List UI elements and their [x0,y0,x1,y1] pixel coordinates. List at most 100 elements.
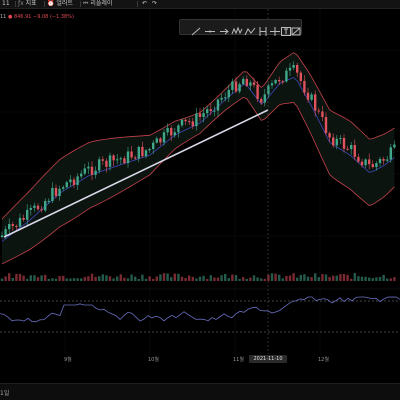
volume-bar [296,277,299,281]
volume-bar [173,273,176,281]
candle-body [18,217,22,227]
volume-bar [350,278,353,281]
volume-bar [126,278,130,281]
volume-bar [101,274,104,281]
volume-bar [393,277,396,281]
volume-bar [90,273,94,281]
candle-body [126,151,130,164]
volume-bar [299,274,302,281]
candle-body [353,145,356,157]
x-axis-label: 12월 [318,357,329,363]
volume-bar [224,273,227,281]
candle-body [227,89,230,98]
candle-body [54,187,58,196]
candle-body [62,187,65,189]
volume-bar [26,278,29,281]
candle-body [51,187,54,201]
projection-icon[interactable] [244,22,256,36]
volume-bar [285,275,288,281]
candle-body [296,64,299,73]
candle-body [332,137,335,146]
interval-button[interactable]: 11 [2,0,10,9]
alert-button[interactable]: ⏰ 얼러트 [47,0,73,9]
volume-bar [263,278,266,281]
volume-bar [62,275,65,281]
candle-body [238,84,241,92]
replay-button[interactable]: ⏮ 리플레이 [83,0,112,9]
volume-bar [58,276,61,281]
brush-icon[interactable] [290,22,302,36]
volume-bar [375,277,378,281]
candle-body [134,157,137,159]
volume-bar [22,275,25,281]
volume-bar [288,275,292,281]
volume-bar [170,277,173,281]
candle-body [288,67,292,71]
candle-body [159,138,162,143]
candle-body [162,132,166,143]
volume-bar [51,278,54,281]
candle-body [29,207,32,210]
volume-bar [105,275,108,281]
volume-bar [36,277,40,281]
volume-bar [339,274,342,281]
candle-body [40,209,43,211]
volume-bar [238,278,241,281]
timeframe-label[interactable]: 1일 [0,388,9,397]
volume-bar [76,278,79,281]
volume-bar [303,274,306,281]
volume-bar [209,275,212,281]
candle-body [299,72,302,81]
volume-bar [166,273,169,281]
volume-bar [274,273,277,281]
volume-bar [29,275,32,281]
candle-body [242,78,245,85]
volume-bar [83,277,86,281]
trend-line-drawing[interactable] [3,109,269,238]
volume-bar [198,276,202,281]
candle-body [72,179,76,185]
candle-body [274,80,277,84]
candle-body [209,109,212,112]
candle-body [170,128,173,136]
volume-bar [252,275,256,281]
volume-bar [69,278,72,281]
arrow-icon[interactable] [218,22,230,35]
volume-bar [180,276,184,281]
candle-body [224,97,227,99]
volume-histogram [0,273,396,281]
trend-line-icon[interactable] [190,22,202,36]
horizontal-line-icon[interactable] [204,22,216,33]
candle-body [108,155,112,167]
volume-bar [231,274,234,281]
price-range-icon[interactable] [257,22,269,36]
candle-body [144,150,148,157]
redo-icon[interactable]: ↷ [152,0,157,9]
volume-bar [33,275,36,281]
volume-bar [371,278,374,281]
candle-body [339,137,342,139]
candle-body [245,78,248,86]
candle-body [324,117,328,134]
volume-bar [281,278,284,281]
price-chart[interactable] [0,9,400,383]
volume-bar [364,276,367,281]
candle-body [69,179,72,183]
candle-body [148,148,151,151]
candle-body [94,170,97,175]
candle-body [4,229,7,236]
alert-label: 얼러트 [56,0,73,7]
candle-body [285,70,288,82]
candle-body [58,188,61,196]
indicators-button[interactable]: ƒx 지표 [18,0,37,9]
candle-body [357,156,360,162]
volume-bar [112,278,115,281]
candle-body [234,81,238,92]
candle-body [119,158,122,160]
toolbar-divider [137,1,138,7]
undo-icon[interactable]: ↶ [142,0,147,9]
candle-body [281,81,284,83]
pattern-icon[interactable] [231,22,243,35]
candle-body [76,176,79,185]
candle-body [83,168,86,174]
